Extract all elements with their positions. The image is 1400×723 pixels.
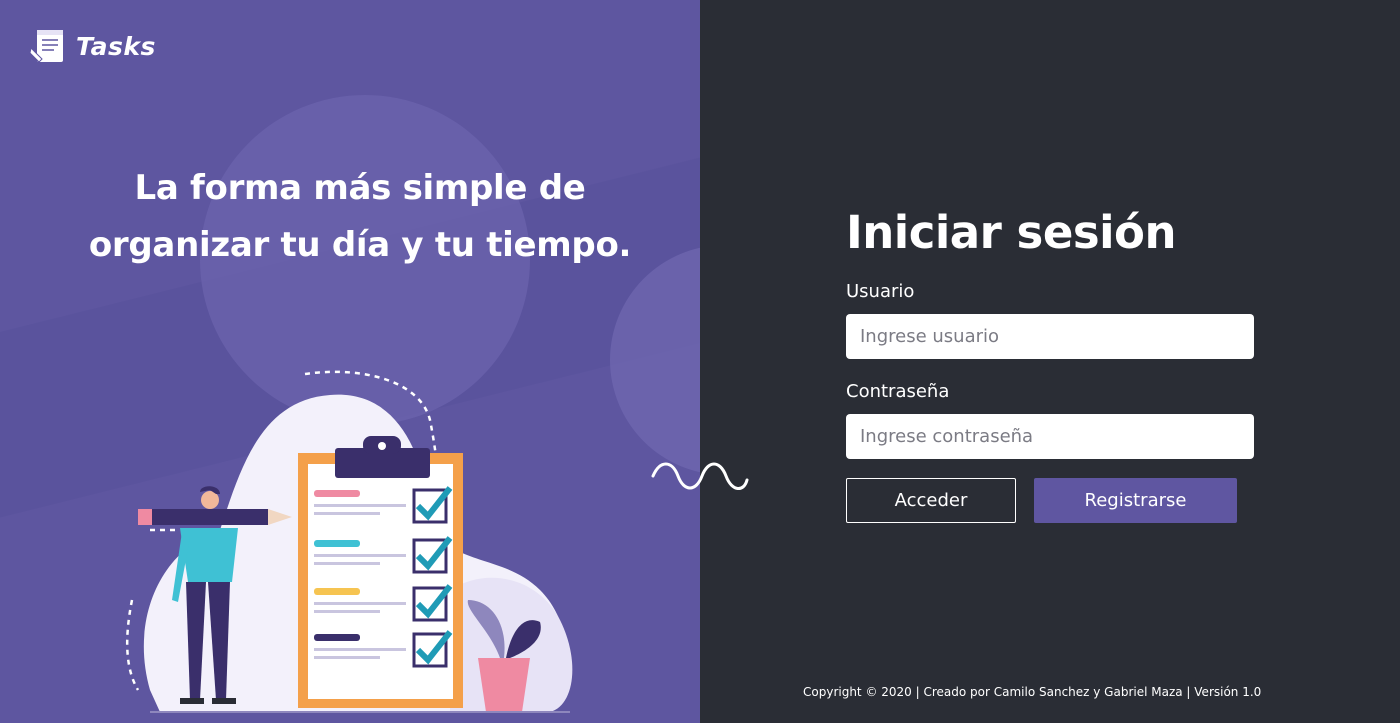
login-title: Iniciar sesión — [846, 206, 1177, 259]
tagline-line: La forma más simple de — [134, 168, 586, 208]
password-label: Contraseña — [846, 381, 950, 402]
login-button[interactable]: Acceder — [846, 478, 1016, 523]
username-input[interactable] — [846, 314, 1254, 359]
username-label: Usuario — [846, 281, 915, 302]
hero-tagline: La forma más simple de organizar tu día … — [40, 160, 680, 274]
register-button[interactable]: Registrarse — [1034, 478, 1237, 523]
footer-copyright: Copyright © 2020 | Creado por Camilo San… — [803, 685, 1262, 699]
brand-logo[interactable]: Tasks — [28, 26, 156, 66]
tagline-line: organizar tu día y tu tiempo. — [88, 225, 632, 265]
login-form: Iniciar sesión Usuario Contraseña Accede… — [846, 205, 1256, 523]
form-actions: Acceder Registrarse — [846, 478, 1256, 523]
notepad-icon — [29, 30, 63, 63]
hero-panel: Tasks La forma más simple de organizar t… — [0, 0, 700, 723]
squiggle-icon — [651, 462, 749, 490]
task-checklist-illustration — [125, 370, 573, 713]
brand-name: Tasks — [76, 31, 156, 61]
password-input[interactable] — [846, 414, 1254, 459]
